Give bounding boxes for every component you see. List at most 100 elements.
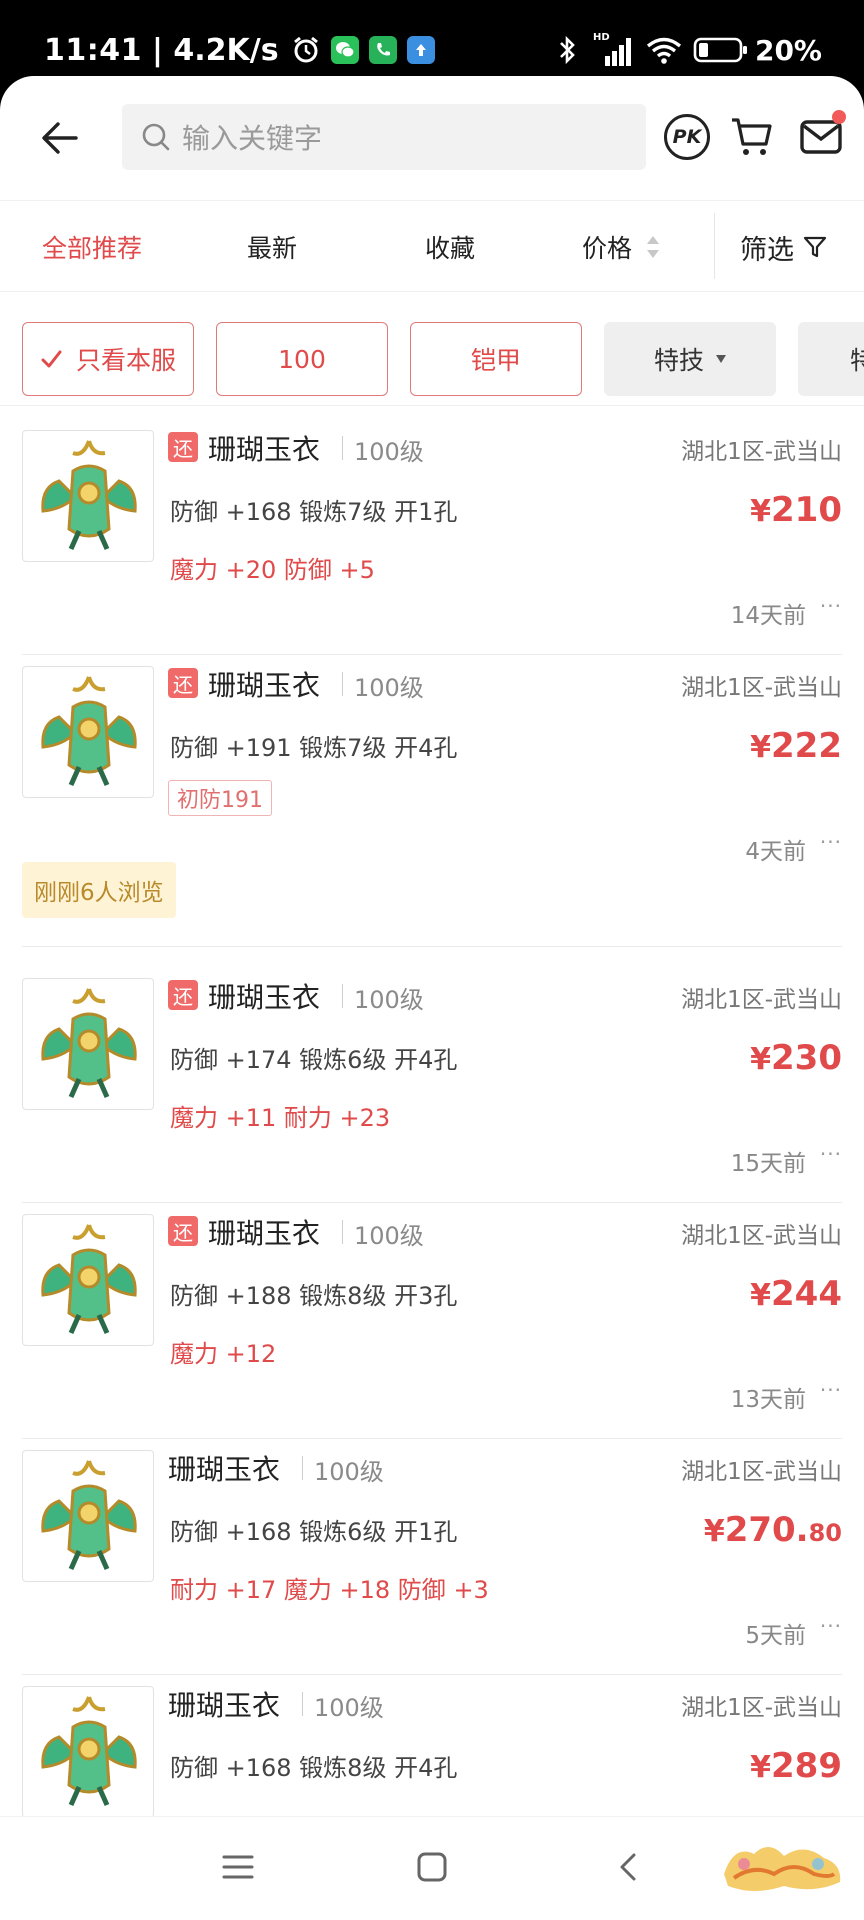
returnable-tag: 还 — [168, 668, 198, 698]
item-time: 15天前 — [730, 1151, 806, 1177]
battery-percent: 20% — [754, 33, 822, 67]
more-options-icon[interactable]: ··· — [820, 594, 842, 618]
chip-label: 特 — [850, 346, 864, 375]
tab-favorites[interactable]: 收藏 — [425, 201, 475, 293]
tab-label: 价格 — [582, 234, 633, 263]
bluetooth-icon — [560, 35, 575, 65]
item-price: ¥270.80 — [704, 1510, 842, 1550]
returnable-tag: 还 — [168, 980, 198, 1010]
item-level: 100级 — [314, 1458, 384, 1486]
item-stats: 防御 +188 锻炼8级 开3孔 — [170, 1282, 458, 1310]
caret-down-icon — [716, 355, 726, 363]
chip-more[interactable]: 特 — [798, 322, 864, 396]
item-time: 4天前 — [745, 839, 806, 865]
initial-defense-badge: 初防191 — [168, 780, 272, 816]
armor-icon — [41, 1460, 137, 1571]
item-server: 湖北1区-武当山 — [681, 675, 842, 701]
equipment-thumbnail — [22, 1214, 154, 1346]
chip-special-skill[interactable]: 特技 — [604, 322, 776, 396]
item-bonus: 魔力 +11 耐力 +23 — [170, 1104, 391, 1132]
more-options-icon[interactable]: ··· — [820, 830, 842, 854]
chip-own-server[interactable]: 只看本服 — [22, 322, 194, 396]
chip-level[interactable]: 100 — [216, 322, 388, 396]
item-stats: 防御 +168 锻炼8级 开4孔 — [170, 1754, 458, 1782]
list-item[interactable]: 还 珊瑚玉衣 100级 湖北1区-武当山 防御 +191 锻炼7级 开4孔 ¥2… — [0, 654, 864, 890]
list-item[interactable]: 还 珊瑚玉衣 100级 湖北1区-武当山 防御 +188 锻炼8级 开3孔 ¥2… — [0, 1202, 864, 1438]
item-bonus: 耐力 +17 魔力 +18 防御 +3 — [170, 1576, 489, 1604]
item-stats: 防御 +191 锻炼7级 开4孔 — [170, 734, 458, 762]
more-options-icon[interactable]: ··· — [820, 1378, 842, 1402]
item-server: 湖北1区-武当山 — [681, 1695, 842, 1721]
hd-label: HD — [592, 32, 610, 43]
item-level: 100级 — [354, 986, 424, 1014]
item-bonus: 魔力 +12 — [170, 1340, 277, 1368]
phone-app-icon — [368, 36, 397, 64]
home-icon[interactable] — [412, 1847, 452, 1887]
armor-icon — [41, 1696, 137, 1807]
item-name: 珊瑚玉衣 — [168, 1453, 281, 1486]
signal-icon: HD — [591, 32, 637, 66]
returnable-tag: 还 — [168, 432, 198, 462]
sort-arrows-icon — [647, 236, 660, 258]
tab-label: 收藏 — [425, 234, 476, 263]
battery-icon — [693, 37, 747, 63]
item-name: 珊瑚玉衣 — [208, 669, 321, 702]
price-amount: 289 — [771, 1746, 842, 1786]
cart-icon[interactable] — [728, 112, 776, 160]
tab-newest[interactable]: 最新 — [247, 201, 297, 293]
armor-icon — [41, 676, 137, 787]
status-left: 11:41 | 4.2K/s — [44, 30, 435, 70]
item-stats: 防御 +168 锻炼6级 开1孔 — [170, 1518, 458, 1546]
name-separator — [302, 1456, 303, 1480]
chip-armor[interactable]: 铠甲 — [410, 322, 582, 396]
list-item[interactable]: 珊瑚玉衣 100级 湖北1区-武当山 防御 +168 锻炼6级 开1孔 ¥270… — [0, 1438, 864, 1674]
status-bar: 11:41 | 4.2K/s HD 20% — [0, 0, 864, 78]
status-net-speed: | 4.2K/s — [152, 32, 279, 68]
price-currency: ¥ — [750, 1042, 772, 1077]
more-options-icon[interactable]: ··· — [820, 1142, 842, 1166]
item-price: ¥230 — [750, 1038, 842, 1078]
price-cents: 80 — [808, 1519, 842, 1547]
list-divider — [22, 946, 842, 947]
price-currency: ¥ — [750, 494, 772, 529]
armor-icon — [41, 1224, 137, 1335]
chip-label: 特技 — [653, 346, 704, 375]
tab-label: 最新 — [247, 234, 298, 263]
sort-bar: 全部推荐 最新 收藏 价格 筛选 — [0, 200, 864, 292]
item-level: 100级 — [314, 1694, 384, 1722]
back-nav-icon[interactable] — [608, 1847, 648, 1887]
item-name: 珊瑚玉衣 — [208, 1217, 321, 1250]
menu-icon[interactable] — [218, 1847, 258, 1887]
item-server: 湖北1区-武当山 — [681, 987, 842, 1013]
list-item[interactable]: 珊瑚玉衣 100级 湖北1区-武当山 防御 +168 锻炼8级 开4孔 ¥289 — [0, 1674, 864, 1816]
name-separator — [342, 436, 343, 460]
pk-compare-icon[interactable]: PK — [664, 114, 710, 160]
price-amount: 210 — [771, 490, 842, 530]
list-item[interactable]: 还 珊瑚玉衣 100级 湖北1区-武当山 防御 +168 锻炼7级 开1孔 ¥2… — [0, 418, 864, 654]
alarm-icon — [293, 36, 318, 63]
more-options-icon[interactable]: ··· — [820, 1614, 842, 1638]
search-input[interactable]: 输入关键字 — [122, 104, 646, 170]
search-placeholder: 输入关键字 — [182, 122, 323, 155]
item-time: 5天前 — [745, 1623, 806, 1649]
list-item[interactable]: 还 珊瑚玉衣 100级 湖北1区-武当山 防御 +174 锻炼6级 开4孔 ¥2… — [0, 966, 864, 1202]
item-name: 珊瑚玉衣 — [208, 433, 321, 466]
item-price: ¥244 — [750, 1274, 842, 1314]
back-arrow-icon[interactable] — [36, 114, 84, 162]
tab-all-recommended[interactable]: 全部推荐 — [42, 201, 142, 293]
item-name: 珊瑚玉衣 — [168, 1689, 281, 1722]
app-sheet: 输入关键字 PK 全部推荐 最新 收藏 价格 筛选 只看本服 100 铠甲 特技… — [0, 76, 864, 1920]
price-amount: 230 — [771, 1038, 842, 1078]
status-time: 11:41 — [44, 32, 142, 68]
filter-button[interactable]: 筛选 — [740, 201, 828, 293]
filter-label: 筛选 — [740, 234, 794, 266]
wifi-icon — [646, 37, 682, 64]
armor-icon — [41, 440, 137, 551]
item-stats: 防御 +174 锻炼6级 开4孔 — [170, 1046, 458, 1074]
tab-price[interactable]: 价格 — [582, 201, 660, 293]
name-separator — [342, 1220, 343, 1244]
equipment-thumbnail — [22, 666, 154, 798]
price-currency: ¥ — [750, 730, 772, 765]
tab-label: 全部推荐 — [42, 234, 143, 263]
price-currency: ¥ — [750, 1750, 772, 1785]
